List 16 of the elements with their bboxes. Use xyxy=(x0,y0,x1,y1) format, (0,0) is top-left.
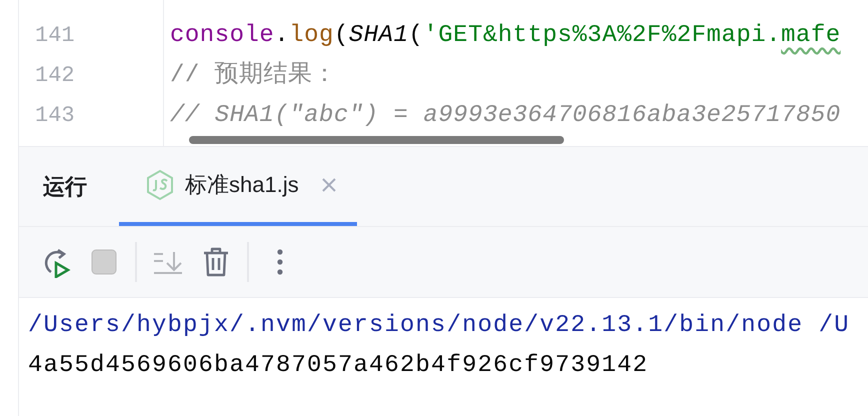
line-number: 143 xyxy=(34,102,76,130)
console-output: 4a55d4569606ba4787057a462b4f926cf9739142 xyxy=(28,351,650,381)
code-line: // 预期结果： xyxy=(170,60,338,91)
command-line: /Users/hybpjx/.nvm/versions/node/v22.13.1/bin/node /U xyxy=(28,311,851,341)
code-line: console.log(SHA1('GET&https%3A%2F%2Fmapi.mafe xyxy=(170,21,841,51)
run-tab[interactable]: 标准sha1.js xyxy=(119,147,357,226)
line-number: 141 xyxy=(34,22,76,50)
stop-icon xyxy=(91,249,117,275)
node-js-icon xyxy=(145,168,175,200)
more-icon xyxy=(277,249,283,275)
code-line: // SHA1("abc") = a9993e364706816aba3e25717850 xyxy=(170,101,841,131)
scrollbar-thumb[interactable] xyxy=(189,136,564,144)
scroll-to-end-icon xyxy=(153,249,183,275)
panel-title: 运行 xyxy=(43,173,87,201)
trash-icon xyxy=(203,247,229,277)
line-number: 142 xyxy=(34,62,76,90)
